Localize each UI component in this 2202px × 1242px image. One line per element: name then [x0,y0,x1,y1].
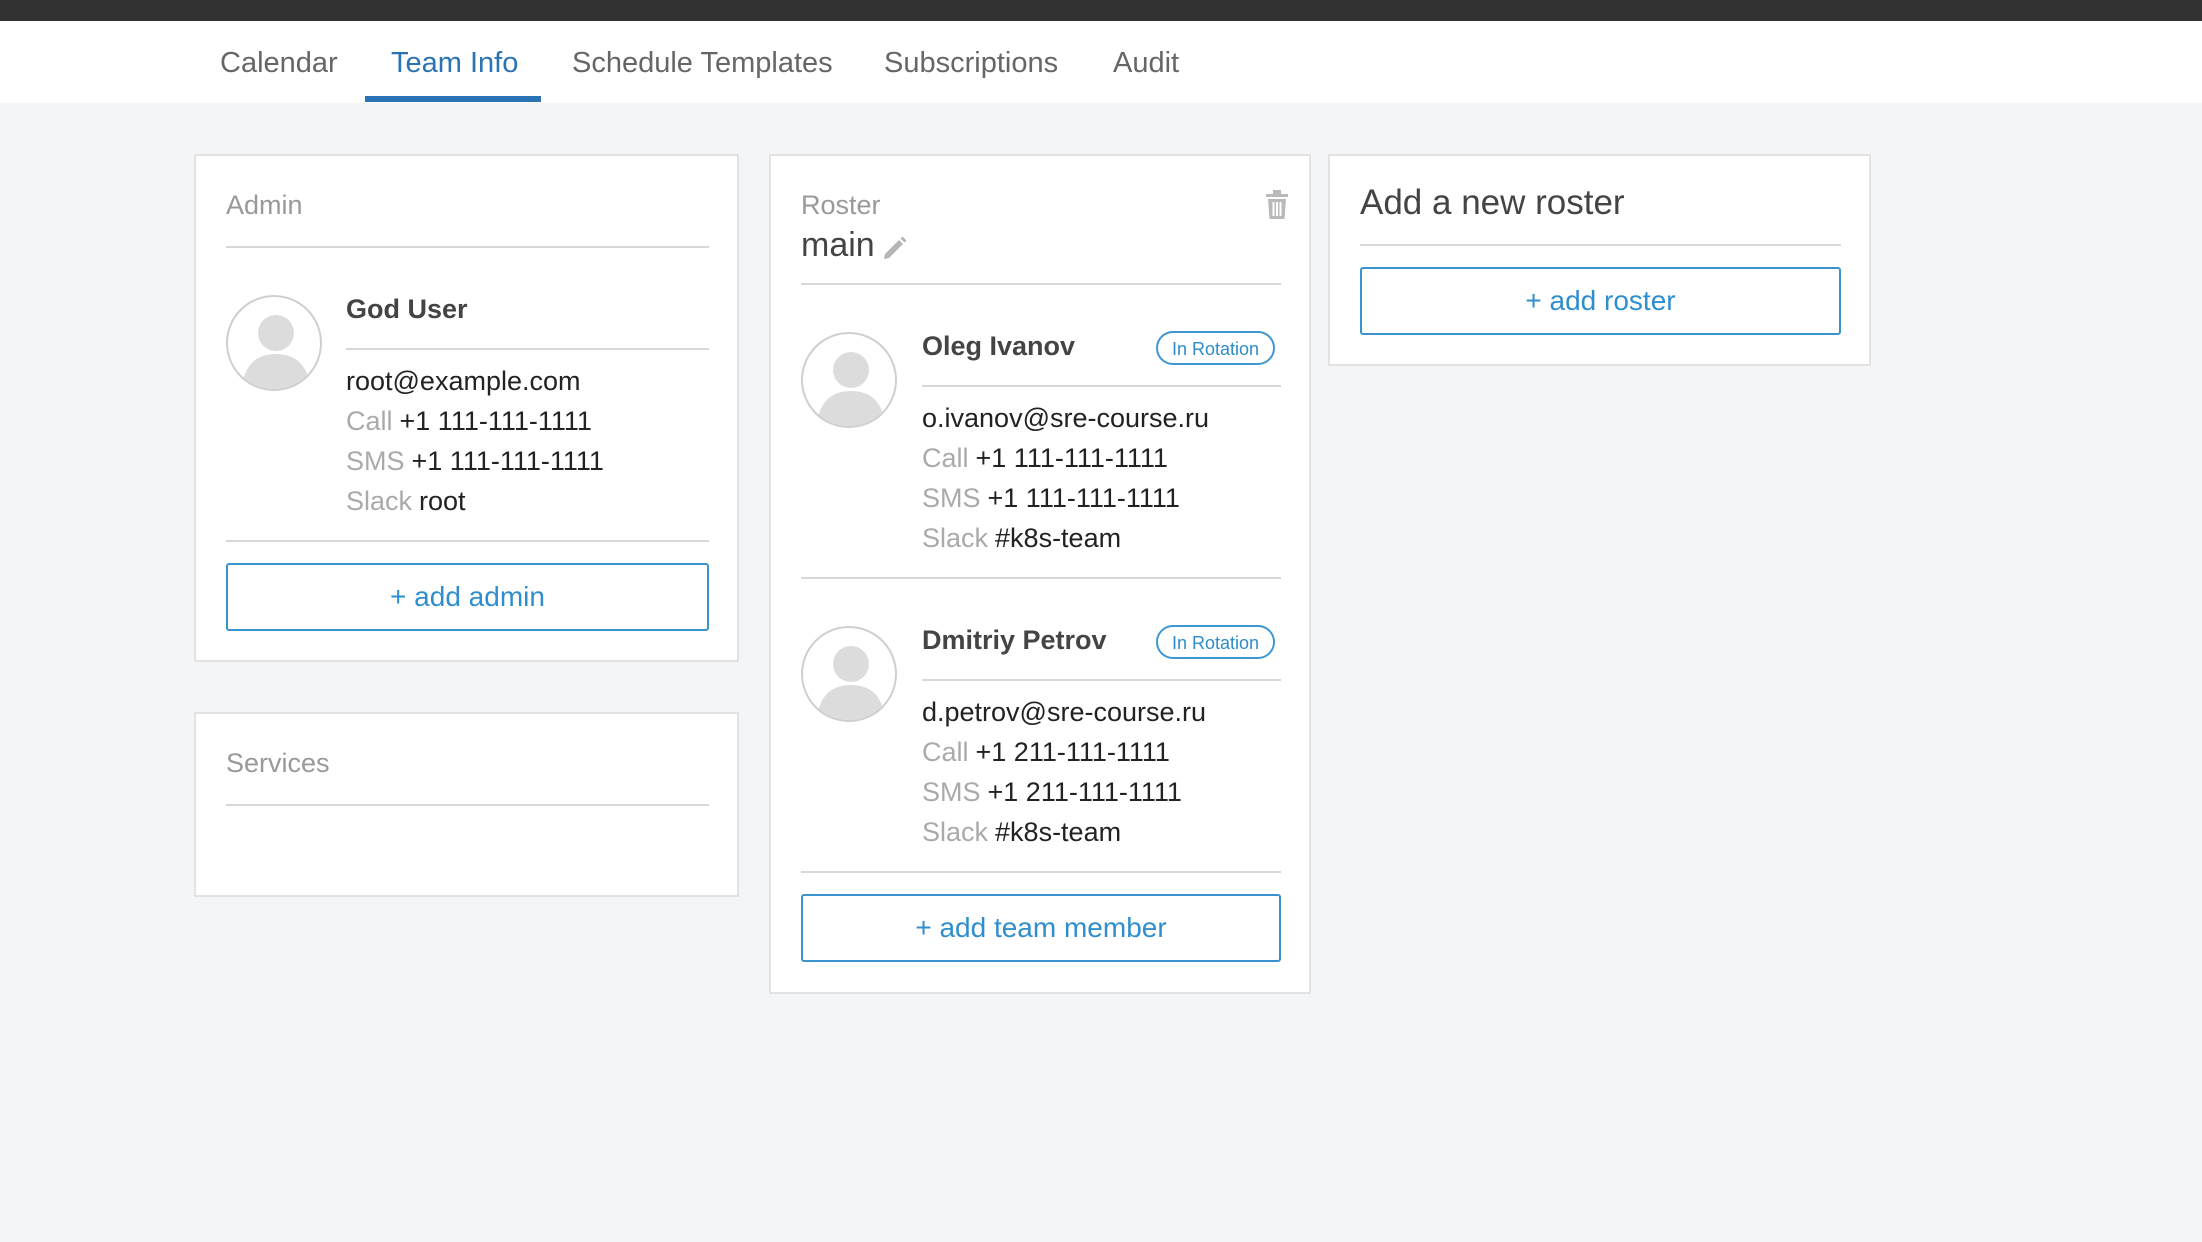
tab-schedule-templates[interactable]: Schedule Templates [572,21,833,103]
admin-slack-row: Slack root [346,486,466,517]
divider [922,385,1281,387]
member-name: Dmitriy Petrov [922,625,1107,655]
admin-call-row: Call +1 111-111-1111 [346,406,592,437]
divider [226,246,709,248]
admin-sms-row: SMS +1 111-111-1111 [346,446,604,477]
tab-bar: Calendar Team Info Schedule Templates Su… [0,21,2202,103]
member-slack-handle[interactable]: #k8s-team [995,523,1121,553]
roster-card: Roster main Oleg Ivanov In Rotation o.iv… [769,154,1311,994]
admin-sms-number[interactable]: +1 111-111-1111 [412,446,604,476]
roster-name: main [801,226,875,264]
new-roster-card: Add a new roster + add roster [1328,154,1871,366]
user-silhouette-icon [801,332,897,428]
tab-team-info[interactable]: Team Info [391,21,518,103]
admin-card: Admin God User root@example.com Call +1 1… [194,154,739,662]
divider [1360,244,1841,246]
member-slack-row: Slack #k8s-team [922,523,1121,554]
slack-label: Slack [346,486,413,516]
member-sms-row: SMS +1 211-111-1111 [922,777,1182,808]
call-label: Call [922,737,969,767]
in-rotation-badge[interactable]: In Rotation [1156,331,1276,365]
divider [922,679,1281,681]
admin-slack-handle[interactable]: root [419,486,466,516]
add-roster-button[interactable]: + add roster [1360,267,1841,335]
top-bar [0,0,2202,21]
pencil-icon[interactable] [881,234,909,262]
add-admin-button[interactable]: + add admin [226,563,709,631]
member-slack-row: Slack #k8s-team [922,817,1121,848]
member-name: Oleg Ivanov [922,331,1076,361]
trash-icon[interactable] [1264,190,1290,220]
divider [346,348,709,350]
member-email[interactable]: d.petrov@sre-course.ru [922,697,1206,728]
member-call-row: Call +1 111-111-1111 [922,443,1168,474]
new-roster-title: Add a new roster [1360,183,1625,222]
slack-label: Slack [922,817,989,847]
admin-call-number[interactable]: +1 111-111-1111 [400,406,592,436]
in-rotation-badge[interactable]: In Rotation [1156,625,1276,659]
tab-calendar[interactable]: Calendar [220,21,338,103]
admin-email[interactable]: root@example.com [346,366,581,397]
active-tab-indicator [365,96,541,102]
user-silhouette-icon [226,295,322,391]
member-call-number[interactable]: +1 211-111-1111 [976,737,1170,767]
services-card: Services [194,712,739,897]
tab-subscriptions[interactable]: Subscriptions [884,21,1058,103]
services-card-title: Services [226,748,330,778]
sms-label: SMS [922,483,981,513]
divider [801,577,1281,579]
member-call-row: Call +1 211-111-1111 [922,737,1170,768]
divider [226,804,709,806]
admin-card-title: Admin [226,190,303,220]
add-team-member-button[interactable]: + add team member [801,894,1281,962]
member-sms-row: SMS +1 111-111-1111 [922,483,1180,514]
member-sms-number[interactable]: +1 211-111-1111 [988,777,1182,807]
sms-label: SMS [346,446,405,476]
admin-name: God User [346,294,468,324]
call-label: Call [922,443,969,473]
roster-card-title: Roster [801,190,881,220]
member-call-number[interactable]: +1 111-111-1111 [976,443,1168,473]
member-sms-number[interactable]: +1 111-111-1111 [988,483,1180,513]
slack-label: Slack [922,523,989,553]
tab-audit[interactable]: Audit [1113,21,1179,103]
divider [801,871,1281,873]
member-email[interactable]: o.ivanov@sre-course.ru [922,403,1209,434]
divider [226,540,709,542]
member-slack-handle[interactable]: #k8s-team [995,817,1121,847]
divider [801,283,1281,285]
sms-label: SMS [922,777,981,807]
user-silhouette-icon [801,626,897,722]
call-label: Call [346,406,393,436]
